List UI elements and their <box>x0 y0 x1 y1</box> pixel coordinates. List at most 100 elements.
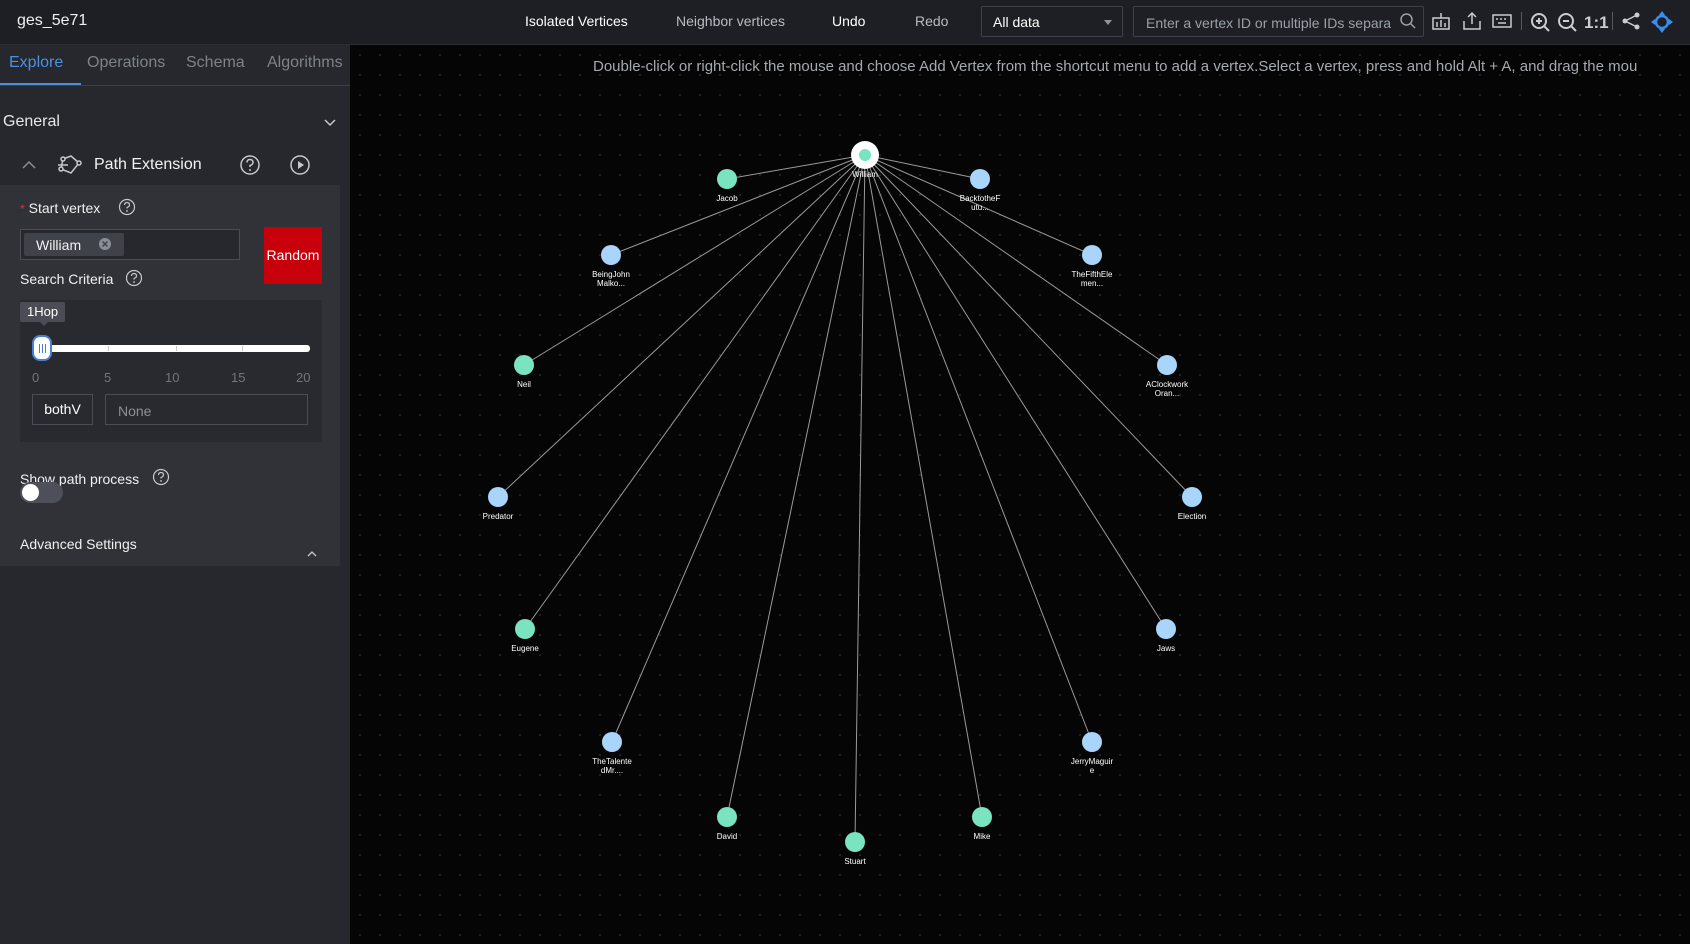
data-filter-select[interactable]: All data <box>981 6 1123 37</box>
vertex-node[interactable] <box>1157 355 1177 375</box>
graph-edge[interactable] <box>611 154 866 743</box>
graph-edge[interactable] <box>864 154 1193 498</box>
export-icon[interactable] <box>1461 10 1485 34</box>
vertex-node[interactable] <box>972 807 992 827</box>
help-icon[interactable] <box>118 198 136 221</box>
vertex-node[interactable] <box>859 149 871 161</box>
layout-icon[interactable] <box>1620 10 1644 34</box>
vertex-node[interactable] <box>1082 732 1102 752</box>
zoom-out-icon[interactable] <box>1556 10 1580 34</box>
graph-vertex-election[interactable]: Election <box>1178 487 1206 521</box>
tab-schema[interactable]: Schema <box>186 54 245 72</box>
run-icon[interactable] <box>289 154 311 181</box>
graph-vertex-backtothefutu[interactable]: BacktotheFutu... <box>960 169 1001 212</box>
close-icon[interactable] <box>98 237 112 256</box>
graph-vertex-eugene[interactable]: Eugene <box>511 619 539 653</box>
statistics-icon[interactable] <box>1430 10 1454 34</box>
graph-vertex-thefifthelemen[interactable]: TheFifthElemen... <box>1072 245 1113 288</box>
graph-edge[interactable] <box>610 154 866 256</box>
graph-edge[interactable] <box>726 154 866 180</box>
graph-vertex-stuart[interactable]: Stuart <box>844 832 866 866</box>
vertex-node[interactable] <box>845 832 865 852</box>
chevron-up-icon[interactable] <box>306 545 318 563</box>
vertex-label: utu... <box>971 203 989 212</box>
graph-edge[interactable] <box>864 154 1093 743</box>
hop-tooltip: 1Hop <box>20 302 66 326</box>
vertex-label: Malko... <box>597 279 625 288</box>
graph-vertex-predator[interactable]: Predator <box>483 487 514 521</box>
tab-explore[interactable]: Explore <box>9 54 63 72</box>
graph-vertex-jerrymaguire[interactable]: JerryMaguire <box>1071 732 1114 775</box>
help-icon[interactable] <box>152 468 170 491</box>
panel-tabs: Explore Operations Schema Algorithms <box>0 45 350 86</box>
vertex-node[interactable] <box>488 487 508 507</box>
vertex-node[interactable] <box>601 245 621 265</box>
algorithm-name: Path Extension <box>94 156 202 173</box>
vertex-node[interactable] <box>1082 245 1102 265</box>
help-icon[interactable] <box>239 154 261 181</box>
graph-vertex-david[interactable]: David <box>717 807 737 841</box>
vertex-node[interactable] <box>970 169 990 189</box>
graph-edge[interactable] <box>864 154 1167 630</box>
show-path-toggle[interactable] <box>20 482 63 503</box>
graph-canvas[interactable]: Double-click or right-click the mouse an… <box>350 45 1690 944</box>
isolated-vertices-button[interactable]: Isolated Vertices <box>525 13 628 29</box>
hop-slider-handle[interactable] <box>32 335 52 361</box>
vertex-tag: William <box>24 233 124 256</box>
graph-edge[interactable] <box>524 154 866 630</box>
keyboard-icon[interactable] <box>1491 10 1515 34</box>
vertex-node[interactable] <box>514 355 534 375</box>
undo-button[interactable]: Undo <box>832 13 865 29</box>
vertex-node[interactable] <box>717 169 737 189</box>
vertex-node[interactable] <box>602 732 622 752</box>
edge-label-field <box>105 394 308 425</box>
graph-vertex-mike[interactable]: Mike <box>972 807 992 841</box>
vertex-node[interactable] <box>1182 487 1202 507</box>
vertex-label: e <box>1090 766 1095 775</box>
graph-edge[interactable] <box>523 154 866 366</box>
graph-vertex-beingjohnmalko[interactable]: BeingJohnMalko... <box>592 245 630 288</box>
vertex-label: BacktotheF <box>960 194 1001 203</box>
graph-edge[interactable] <box>864 154 983 818</box>
tab-operations[interactable]: Operations <box>87 54 165 72</box>
zoom-in-icon[interactable] <box>1529 10 1553 34</box>
graph-edge[interactable] <box>726 154 866 818</box>
fit-view-icon[interactable] <box>1650 10 1674 34</box>
vertex-search-input[interactable] <box>1144 11 1393 34</box>
hop-slider-track[interactable] <box>42 345 310 352</box>
help-icon[interactable] <box>125 269 143 292</box>
graph-edge[interactable] <box>497 154 866 498</box>
search-icon[interactable] <box>1399 12 1417 35</box>
graph-vertex-jacob[interactable]: Jacob <box>716 169 738 203</box>
graph-vertex-neil[interactable]: Neil <box>514 355 534 389</box>
graph-vertex-aclockworkoran[interactable]: AClockworkOran... <box>1146 355 1189 398</box>
vertex-label: William <box>852 170 878 179</box>
graph-vertex-thetalentedmr[interactable]: TheTalentedMr.... <box>592 732 632 775</box>
tab-algorithms[interactable]: Algorithms <box>267 54 343 72</box>
start-vertex-input[interactable]: William <box>20 229 240 260</box>
vertex-node[interactable] <box>717 807 737 827</box>
graph-vertex-center[interactable]: William <box>851 141 879 179</box>
random-button[interactable]: Random <box>264 227 322 284</box>
search-criteria-box: 1Hop 0 5 10 15 20 bothV <box>20 300 322 442</box>
vertex-node[interactable] <box>1156 619 1176 639</box>
vertex-node[interactable] <box>515 619 535 639</box>
direction-select[interactable]: bothV <box>32 394 93 425</box>
actual-size-button[interactable]: 1:1 <box>1584 13 1609 33</box>
graph-vertex-jaws[interactable]: Jaws <box>1156 619 1176 653</box>
graph-svg[interactable]: Jacob BacktotheFutu... BeingJohnMalko... Th… <box>350 45 1690 944</box>
edge-label-input[interactable] <box>116 400 300 421</box>
slider-mark: 0 <box>32 370 40 385</box>
graph-edge[interactable] <box>864 154 1168 366</box>
chevron-down-icon[interactable] <box>323 115 337 133</box>
grip-line <box>45 344 46 353</box>
neighbor-vertices-button[interactable]: Neighbor vertices <box>676 13 785 29</box>
vertex-tag-label: William <box>36 237 82 253</box>
chevron-up-icon[interactable] <box>21 158 37 176</box>
advanced-settings-label[interactable]: Advanced Settings <box>20 536 137 552</box>
graph-edge[interactable] <box>854 154 866 843</box>
vertex-label: Eugene <box>511 644 539 653</box>
vertex-label: JerryMaguir <box>1071 757 1114 766</box>
graph-name: ges_5e71 <box>17 12 88 29</box>
redo-button[interactable]: Redo <box>915 13 948 29</box>
